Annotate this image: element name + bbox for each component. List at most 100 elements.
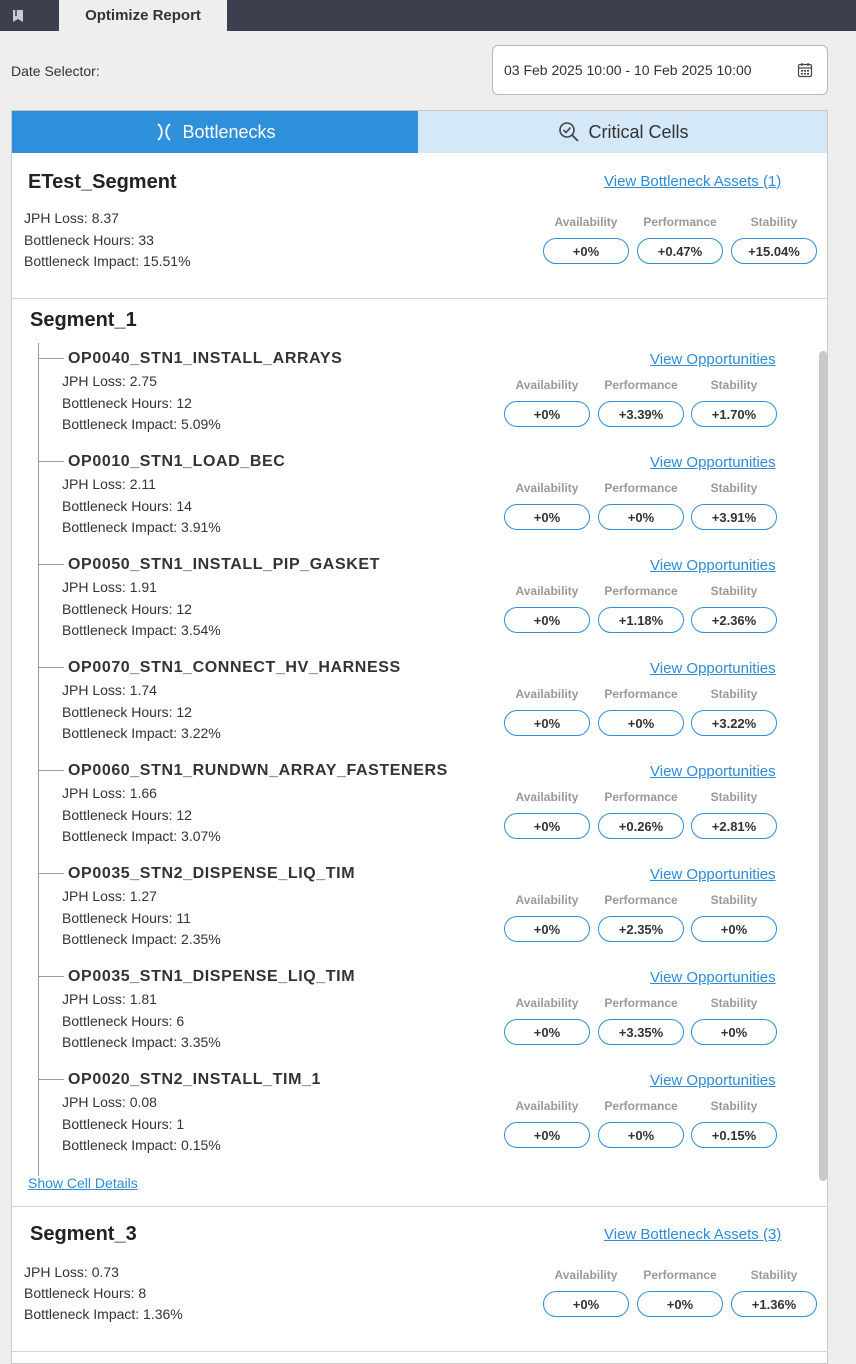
- operation-name: OP0035_STN2_DISPENSE_LIQ_TIM: [68, 865, 356, 882]
- operation-name: OP0070_STN1_CONNECT_HV_HARNESS: [68, 659, 401, 676]
- performance-label: Performance: [604, 481, 678, 495]
- availability-label: Availability: [515, 584, 579, 598]
- bottleneck-impact: Bottleneck Impact: 2.35%: [62, 931, 221, 947]
- performance-label: Performance: [604, 378, 678, 392]
- availability-pill: +0%: [504, 607, 590, 633]
- performance-label: Performance: [604, 790, 678, 804]
- performance-label: Performance: [643, 1268, 717, 1282]
- stability-label: Stability: [710, 584, 758, 598]
- performance-pill: +0.47%: [637, 238, 723, 264]
- availability-pill: +0%: [504, 401, 590, 427]
- jph-loss: JPH Loss: 8.37: [24, 210, 119, 226]
- tab-critical-cells-label: Critical Cells: [588, 121, 689, 142]
- view-opportunities-link[interactable]: View Opportunities: [650, 866, 776, 883]
- scrollbar[interactable]: [819, 351, 827, 1181]
- performance-label: Performance: [604, 893, 678, 907]
- operation-name: OP0035_STN1_DISPENSE_LIQ_TIM: [68, 968, 356, 985]
- bottleneck-hours: Bottleneck Hours: 6: [62, 1013, 185, 1029]
- bottleneck-hours: Bottleneck Hours: 14: [62, 498, 192, 514]
- availability-pill: +0%: [543, 1291, 629, 1317]
- availability-label: Availability: [554, 215, 618, 229]
- stability-pill: +1.70%: [691, 401, 777, 427]
- availability-label: Availability: [515, 996, 579, 1010]
- stability-pill: +2.81%: [691, 813, 777, 839]
- availability-pill: +0%: [504, 813, 590, 839]
- performance-label: Performance: [604, 1099, 678, 1113]
- view-opportunities-link[interactable]: View Opportunities: [650, 969, 776, 986]
- segment-title: Segment_3: [30, 1223, 137, 1245]
- view-opportunities-link[interactable]: View Opportunities: [650, 1072, 776, 1089]
- stability-pill: +1.36%: [731, 1291, 817, 1317]
- availability-label: Availability: [515, 481, 579, 495]
- stability-label: Stability: [750, 215, 798, 229]
- availability-label: Availability: [515, 790, 579, 804]
- top-bar: Optimize Report: [0, 0, 856, 31]
- operation-name: OP0010_STN1_LOAD_BEC: [68, 453, 286, 470]
- bottleneck-impact: Bottleneck Impact: 1.36%: [24, 1306, 183, 1322]
- tree-branch: [38, 976, 64, 977]
- stability-label: Stability: [750, 1268, 798, 1282]
- view-bottleneck-assets-link[interactable]: View Bottleneck Assets (1): [604, 173, 781, 190]
- view-bottleneck-assets-link[interactable]: View Bottleneck Assets (3): [604, 1226, 781, 1243]
- jph-loss: JPH Loss: 1.91: [62, 579, 157, 595]
- stability-label: Stability: [710, 687, 758, 701]
- operation-name: OP0060_STN1_RUNDWN_ARRAY_FASTENERS: [68, 762, 448, 779]
- stability-pill: +3.22%: [691, 710, 777, 736]
- date-range-picker[interactable]: 03 Feb 2025 10:00 - 10 Feb 2025 10:00: [492, 45, 828, 95]
- divider: [12, 298, 827, 299]
- bottleneck-hours: Bottleneck Hours: 8: [24, 1285, 147, 1301]
- view-opportunities-link[interactable]: View Opportunities: [650, 763, 776, 780]
- tab-bottlenecks[interactable]: Bottlenecks: [12, 111, 418, 153]
- availability-label: Availability: [515, 1099, 579, 1113]
- bottleneck-hours: Bottleneck Hours: 12: [62, 395, 192, 411]
- segment-title: ETest_Segment: [28, 171, 177, 193]
- jph-loss: JPH Loss: 2.75: [62, 373, 157, 389]
- tab-critical-cells[interactable]: Critical Cells: [418, 111, 827, 153]
- stability-pill: +15.04%: [731, 238, 817, 264]
- stability-label: Stability: [710, 893, 758, 907]
- search-check-icon: [559, 122, 580, 142]
- jph-loss: JPH Loss: 0.08: [62, 1094, 157, 1110]
- stability-pill: +0%: [691, 1019, 777, 1045]
- performance-pill: +3.39%: [598, 401, 684, 427]
- jph-loss: JPH Loss: 2.11: [62, 476, 156, 492]
- segment-title: Segment_1: [30, 309, 137, 331]
- performance-label: Performance: [643, 215, 717, 229]
- performance-pill: +1.18%: [598, 607, 684, 633]
- availability-label: Availability: [515, 687, 579, 701]
- availability-pill: +0%: [504, 1122, 590, 1148]
- bottleneck-impact: Bottleneck Impact: 15.51%: [24, 253, 191, 269]
- stability-label: Stability: [710, 996, 758, 1010]
- bottleneck-hours: Bottleneck Hours: 33: [24, 232, 154, 248]
- stability-pill: +2.36%: [691, 607, 777, 633]
- bottleneck-hours: Bottleneck Hours: 12: [62, 601, 192, 617]
- performance-label: Performance: [604, 687, 678, 701]
- jph-loss: JPH Loss: 1.74: [62, 682, 157, 698]
- stability-label: Stability: [710, 790, 758, 804]
- view-opportunities-link[interactable]: View Opportunities: [650, 557, 776, 574]
- tree-branch: [38, 667, 64, 668]
- view-opportunities-link[interactable]: View Opportunities: [650, 454, 776, 471]
- availability-label: Availability: [554, 1268, 618, 1282]
- jph-loss: JPH Loss: 1.27: [62, 888, 157, 904]
- report-tabs: Bottlenecks Critical Cells: [12, 111, 827, 153]
- bottleneck-hours: Bottleneck Hours: 12: [62, 807, 192, 823]
- performance-label: Performance: [604, 996, 678, 1010]
- stability-label: Stability: [710, 378, 758, 392]
- date-range-value: 03 Feb 2025 10:00 - 10 Feb 2025 10:00: [504, 62, 752, 78]
- bottleneck-hours: Bottleneck Hours: 11: [62, 910, 191, 926]
- availability-pill: +0%: [504, 710, 590, 736]
- performance-pill: +0%: [598, 1122, 684, 1148]
- show-cell-details-link[interactable]: Show Cell Details: [28, 1175, 138, 1191]
- tab-optimize-report[interactable]: Optimize Report: [59, 0, 227, 31]
- stability-pill: +0%: [691, 916, 777, 942]
- bookmark-icon[interactable]: [0, 0, 36, 31]
- view-opportunities-link[interactable]: View Opportunities: [650, 351, 776, 368]
- view-opportunities-link[interactable]: View Opportunities: [650, 660, 776, 677]
- operation-name: OP0020_STN2_INSTALL_TIM_1: [68, 1071, 322, 1088]
- stability-pill: +0.15%: [691, 1122, 777, 1148]
- calendar-icon[interactable]: [797, 62, 813, 81]
- report-panel: Bottlenecks Critical Cells ETest_Segment…: [11, 110, 828, 1364]
- performance-pill: +0%: [598, 710, 684, 736]
- stability-label: Stability: [710, 1099, 758, 1113]
